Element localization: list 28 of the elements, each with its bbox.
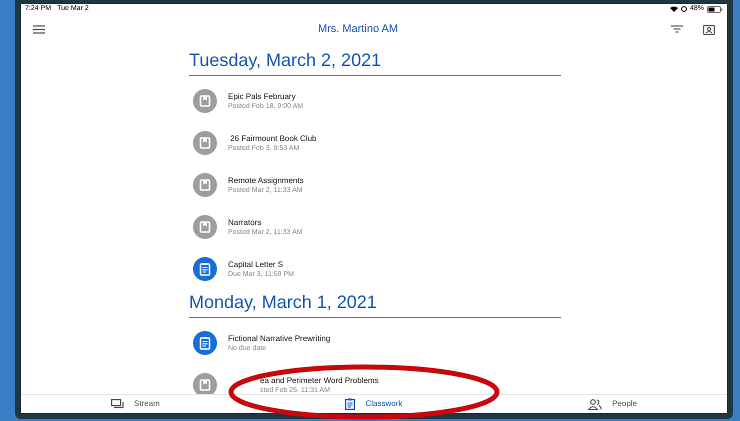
chat-icon — [111, 399, 124, 409]
filter-icon[interactable] — [670, 25, 683, 33]
menu-icon[interactable] — [33, 24, 45, 34]
assignment-icon — [193, 257, 217, 281]
class-title: Mrs. Martino AM — [318, 22, 398, 37]
nav-tab[interactable]: People — [588, 398, 637, 410]
date-heading: Tuesday, March 2, 2021 — [189, 49, 382, 72]
item-title: Narrators — [228, 216, 262, 228]
wifi-icon — [670, 6, 678, 12]
bookmark-icon — [193, 215, 217, 239]
item-title: ea and Perimeter Word Problems — [260, 374, 379, 386]
item-title: 26 Fairmount Book Club — [229, 132, 316, 144]
date-heading: Monday, March 1, 2021 — [189, 291, 378, 314]
bookmark-icon — [193, 173, 217, 197]
nav-tab[interactable]: Stream — [111, 398, 160, 410]
folder-icon[interactable] — [702, 24, 715, 34]
bookmark-icon — [193, 131, 217, 155]
item-title: Epic Pals February — [228, 90, 297, 102]
location-icon — [680, 6, 687, 12]
clipboard-icon — [345, 398, 356, 410]
bookmark-icon — [193, 89, 217, 113]
item-title: Capital Letter S — [228, 258, 284, 270]
item-title: Fictional Narrative Prewriting — [228, 332, 330, 344]
nav-tab[interactable]: Classwork — [345, 398, 402, 410]
assignment-icon — [193, 331, 217, 355]
people-icon — [588, 398, 602, 410]
battery-icon — [707, 6, 723, 12]
item-title: Remote Assignments — [228, 174, 304, 186]
